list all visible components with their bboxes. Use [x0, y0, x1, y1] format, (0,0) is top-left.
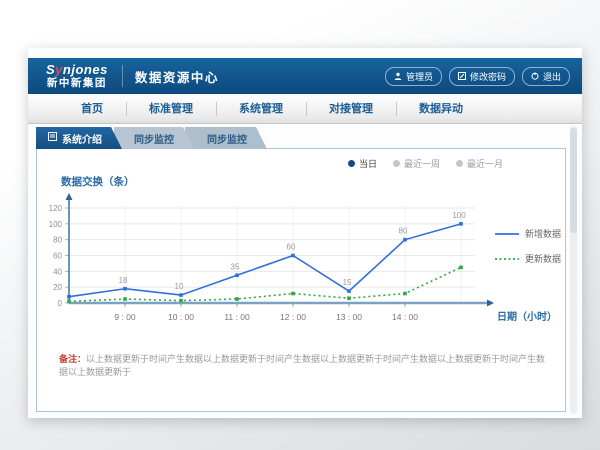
change-password-button[interactable]: 修改密码	[449, 67, 515, 86]
svg-text:15: 15	[343, 278, 352, 287]
header-divider	[122, 65, 123, 87]
change-password-label: 修改密码	[470, 70, 506, 83]
edit-icon	[458, 72, 466, 80]
svg-text:60: 60	[287, 243, 296, 252]
radio-label: 最近一周	[404, 157, 440, 170]
current-user-button[interactable]: 管理员	[385, 67, 442, 86]
chart-svg: 0 20 40 60 80 100 120 9 : 00 10 : 00 11 : 00 12 : …	[37, 193, 567, 341]
svg-text:80: 80	[53, 236, 62, 245]
company-logo[interactable]: Synjones 新中新集团	[46, 63, 108, 90]
logout-label: 退出	[543, 70, 561, 83]
footnote: 备注：以上数据更新于时间产生数据以上数据更新于时间产生数据以上数据更新于时间产生…	[59, 353, 549, 378]
dotted-line-swatch-icon	[495, 254, 519, 264]
radio-today[interactable]: 当日	[348, 157, 377, 170]
svg-text:12 : 00: 12 : 00	[280, 312, 306, 322]
y-axis-title: 数据交换（条）	[61, 174, 135, 189]
tab-bar: 系统介绍 同步监控 同步监控	[36, 127, 267, 149]
svg-text:0: 0	[58, 299, 63, 308]
radio-dot-icon	[393, 160, 400, 167]
content-area: 系统介绍 同步监控 同步监控 当日	[28, 124, 582, 418]
radio-dot-icon	[348, 160, 355, 167]
radio-dot-icon	[456, 160, 463, 167]
nav-item-standard-mgmt[interactable]: 标准管理	[126, 94, 216, 124]
solid-line-swatch-icon	[495, 229, 519, 239]
tab-system-intro[interactable]: 系统介绍	[36, 127, 122, 149]
logo-subtitle: 新中新集团	[46, 78, 108, 89]
radio-last-week[interactable]: 最近一周	[393, 157, 440, 170]
radio-last-month[interactable]: 最近一月	[456, 157, 503, 170]
svg-text:13 : 00: 13 : 00	[336, 312, 362, 322]
tab-label: 同步监控	[134, 131, 174, 146]
svg-text:11 : 00: 11 : 00	[224, 312, 250, 322]
radio-label: 最近一月	[467, 157, 503, 170]
scrollbar-thumb[interactable]	[570, 128, 577, 233]
tab-sync-monitor-2[interactable]: 同步监控	[185, 127, 267, 149]
footnote-prefix: 备注：	[59, 354, 86, 364]
svg-text:10: 10	[175, 282, 184, 291]
document-icon	[48, 132, 57, 144]
svg-text:18: 18	[119, 276, 128, 285]
svg-text:60: 60	[53, 252, 62, 261]
svg-text:100: 100	[49, 220, 63, 229]
svg-text:120: 120	[49, 204, 63, 213]
footnote-text: 以上数据更新于时间产生数据以上数据更新于时间产生数据以上数据更新于时间产生数据以…	[59, 354, 545, 377]
time-range-radios: 当日 最近一周 最近一月	[348, 157, 503, 170]
tab-label: 同步监控	[207, 131, 247, 146]
nav-item-integration-mgmt[interactable]: 对接管理	[306, 94, 396, 124]
svg-text:20: 20	[53, 283, 62, 292]
vertical-scrollbar[interactable]	[570, 126, 577, 414]
legend-label: 更新数据	[525, 252, 561, 265]
app-header: Synjones 新中新集团 数据资源中心 管理员 修改密码 退出	[28, 58, 582, 94]
svg-text:14 : 00: 14 : 00	[392, 312, 418, 322]
nav-item-home[interactable]: 首页	[58, 94, 126, 124]
svg-text:10 : 00: 10 : 00	[168, 312, 194, 322]
legend-item-new-data: 新增数据	[495, 227, 561, 240]
chart-legend: 新增数据 更新数据	[495, 227, 561, 277]
main-nav: 首页 标准管理 系统管理 对接管理 数据异动	[28, 94, 582, 124]
app-window: Synjones 新中新集团 数据资源中心 管理员 修改密码 退出	[28, 48, 582, 418]
power-icon	[531, 72, 539, 80]
svg-text:日期（小时）: 日期（小时）	[497, 310, 557, 323]
svg-text:35: 35	[231, 262, 240, 271]
legend-item-update-data: 更新数据	[495, 252, 561, 265]
legend-label: 新增数据	[525, 227, 561, 240]
current-user-label: 管理员	[406, 70, 433, 83]
chart-card: 当日 最近一周 最近一月 数据交换（条） 0 20 40 60 80 100 120 9 : …	[36, 148, 566, 412]
app-title: 数据资源中心	[135, 67, 219, 86]
page-background: Synjones 新中新集团 数据资源中心 管理员 修改密码 退出	[0, 0, 600, 450]
header-actions: 管理员 修改密码 退出	[385, 67, 570, 86]
user-icon	[394, 72, 402, 80]
logo-wordmark: Synjones	[46, 63, 108, 77]
svg-text:40: 40	[53, 267, 62, 276]
logout-button[interactable]: 退出	[522, 67, 570, 86]
svg-text:9 : 00: 9 : 00	[114, 312, 136, 322]
nav-item-system-mgmt[interactable]: 系统管理	[216, 94, 306, 124]
tab-label: 系统介绍	[62, 131, 102, 146]
nav-item-data-change[interactable]: 数据异动	[396, 94, 486, 124]
radio-label: 当日	[359, 157, 377, 170]
svg-text:100: 100	[452, 211, 466, 220]
tab-sync-monitor-1[interactable]: 同步监控	[114, 127, 194, 149]
svg-text:80: 80	[399, 227, 408, 236]
